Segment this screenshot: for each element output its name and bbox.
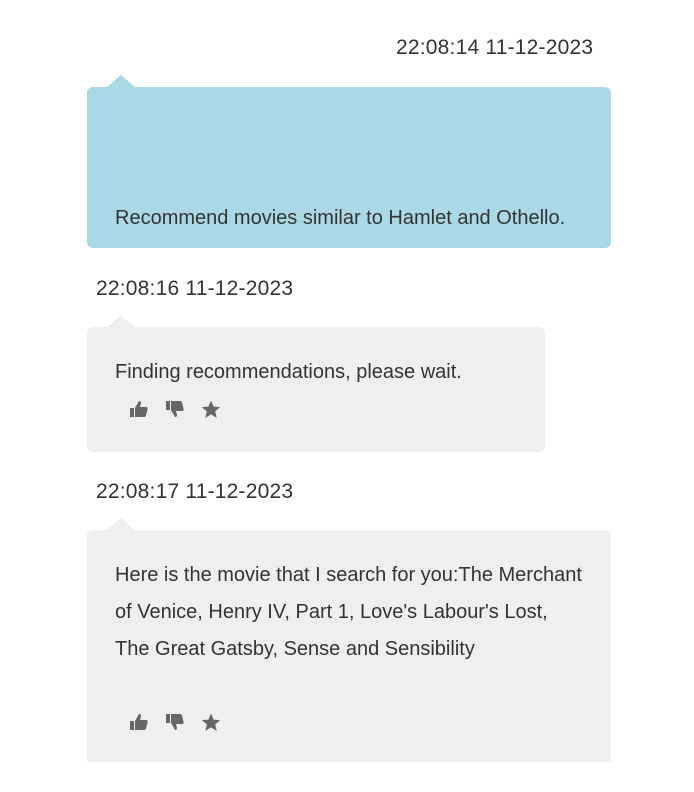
assistant-message-bubble: Here is the movie that I search for you:… xyxy=(87,518,611,762)
message-actions xyxy=(127,711,223,733)
message-actions xyxy=(127,398,223,420)
assistant-message-bubble: Finding recommendations, please wait. xyxy=(87,315,545,452)
star-icon[interactable] xyxy=(199,398,223,420)
message-text: Here is the movie that I search for you:… xyxy=(115,564,582,660)
thumbs-down-icon[interactable] xyxy=(163,398,187,420)
message-timestamp: 22:08:16 11-12-2023 xyxy=(96,277,294,300)
message-text: Finding recommendations, please wait. xyxy=(115,361,462,383)
thumbs-down-icon[interactable] xyxy=(163,711,187,733)
message-text: Recommend movies similar to Hamlet and O… xyxy=(115,207,566,229)
user-message-bubble: Recommend movies similar to Hamlet and O… xyxy=(87,75,611,248)
message-timestamp: 22:08:14 11-12-2023 xyxy=(396,36,594,59)
message-timestamp: 22:08:17 11-12-2023 xyxy=(96,480,294,503)
star-icon[interactable] xyxy=(199,711,223,733)
thumbs-up-icon[interactable] xyxy=(127,711,151,733)
thumbs-up-icon[interactable] xyxy=(127,398,151,420)
